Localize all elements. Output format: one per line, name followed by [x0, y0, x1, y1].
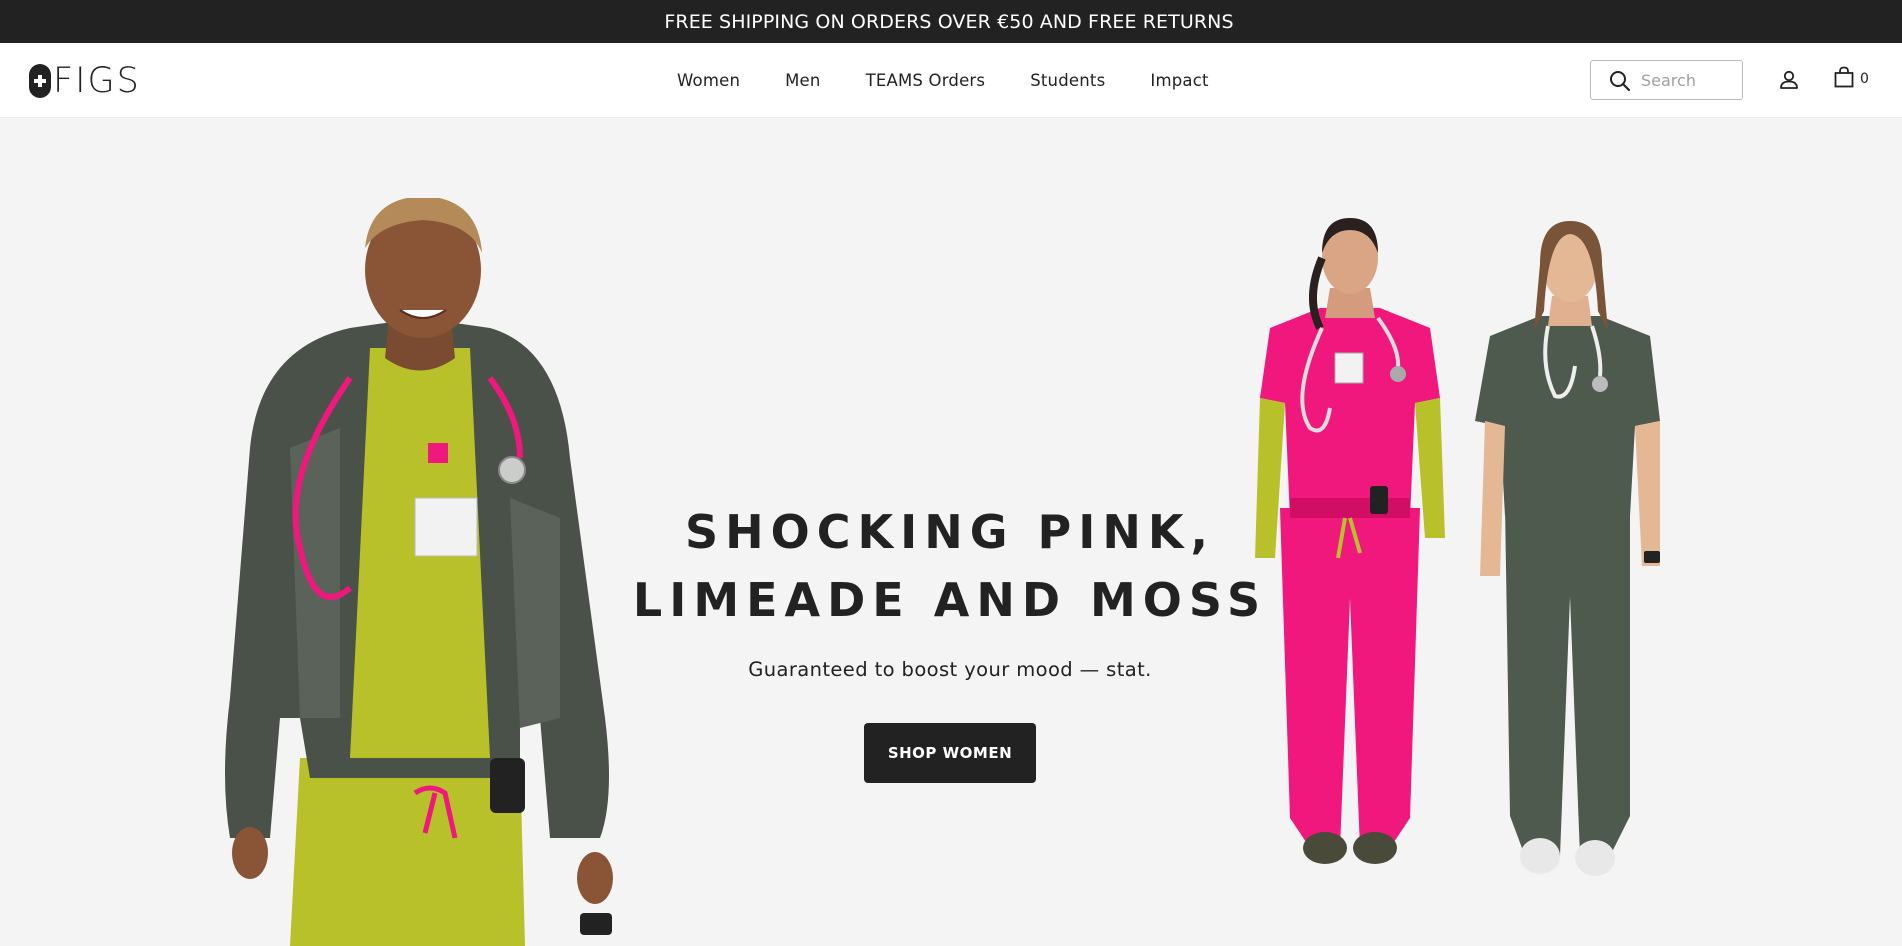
model-moss-scrubs-image: [1475, 221, 1660, 876]
logo-cross-icon: [29, 64, 51, 98]
announcement-text: FREE SHIPPING ON ORDERS OVER €50 AND FRE…: [664, 10, 1234, 33]
search-box[interactable]: [1590, 60, 1743, 100]
search-icon: [1609, 69, 1631, 91]
hero-banner: SHOCKING PINK, LIMEADE AND MOSS Guarante…: [0, 118, 1902, 946]
model-pink-scrubs-image: [1255, 218, 1445, 864]
hero-text-block: SHOCKING PINK, LIMEADE AND MOSS Guarante…: [600, 498, 1300, 783]
hero-title-line1: SHOCKING PINK,: [685, 505, 1215, 559]
nav-item-teams-orders[interactable]: TEAMS Orders: [866, 71, 986, 90]
nav-item-impact[interactable]: Impact: [1150, 71, 1208, 90]
hero-subtitle: Guaranteed to boost your mood — stat.: [748, 658, 1152, 681]
hero-title-line2: LIMEADE AND MOSS: [632, 573, 1268, 627]
main-nav: Women Men TEAMS Orders Students Impact: [677, 43, 1254, 118]
brand-name: FIGS: [53, 60, 141, 101]
announcement-bar: FREE SHIPPING ON ORDERS OVER €50 AND FRE…: [0, 0, 1902, 43]
hero-title: SHOCKING PINK, LIMEADE AND MOSS: [600, 498, 1300, 634]
search-input[interactable]: [1641, 70, 1736, 90]
nav-item-students[interactable]: Students: [1030, 71, 1105, 90]
account-icon[interactable]: [1777, 67, 1801, 93]
brand-logo[interactable]: FIGS: [29, 63, 141, 99]
shopping-bag-icon: [1834, 66, 1854, 93]
cart-count: 0: [1860, 71, 1869, 87]
site-header: FIGS Women Men TEAMS Orders Students Imp…: [0, 43, 1902, 118]
shop-women-button[interactable]: SHOP WOMEN: [864, 723, 1036, 783]
cart-button[interactable]: 0: [1834, 66, 1869, 92]
nav-item-women[interactable]: Women: [677, 71, 740, 90]
nav-item-men[interactable]: Men: [785, 71, 820, 90]
model-fleece-jacket-image: [225, 198, 613, 946]
